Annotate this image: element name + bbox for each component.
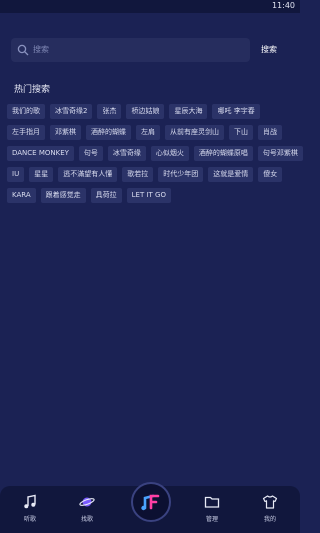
hot-tag[interactable]: 冰雪奇缘2 <box>50 104 93 119</box>
hot-tag[interactable]: 张杰 <box>97 104 122 119</box>
nav-listen[interactable]: 听歌 <box>10 494 50 523</box>
search-row: 搜索 搜索 <box>11 38 300 64</box>
tag-row: KARA 跟着感觉走 具荷拉 LET IT GO <box>7 188 297 203</box>
planet-icon <box>79 497 95 507</box>
tag-row: 我们的歌 冰雪奇缘2 张杰 桥边姑娘 星辰大海 哪吒 李宇春 <box>7 104 297 119</box>
hot-tag[interactable]: DANCE MONKEY <box>7 146 74 161</box>
hot-tag[interactable]: 时代少年团 <box>158 167 204 182</box>
hot-tag[interactable]: 下山 <box>229 125 253 140</box>
hot-tag[interactable]: 歌若拉 <box>122 167 154 182</box>
hot-tag[interactable]: KARA <box>7 188 36 203</box>
nav-label: 我的 <box>263 516 276 523</box>
hot-tag[interactable]: LET IT GO <box>126 188 171 203</box>
hot-tag[interactable]: 星辰大海 <box>169 104 208 119</box>
nav-find[interactable]: 找歌 <box>67 494 107 523</box>
search-icon <box>17 44 29 56</box>
nav-mine[interactable]: 我的 <box>250 494 290 523</box>
hot-tag[interactable]: 左手指月 <box>7 125 45 140</box>
search-input[interactable]: 搜索 <box>11 38 250 62</box>
hot-tag[interactable]: 星星 <box>29 167 54 182</box>
music-note-icon <box>24 494 36 509</box>
hot-tag[interactable]: 邓紫棋 <box>50 125 81 140</box>
hot-tag[interactable]: 桥边姑娘 <box>126 104 165 119</box>
nav-manage[interactable]: 管理 <box>192 494 232 523</box>
hot-tag[interactable]: 心似烟火 <box>150 146 189 161</box>
tag-row: IU 星星 逃不滿望有人懂 歌若拉 时代少年团 这就是爱情 傻女 <box>7 167 297 182</box>
bottom-nav: 听歌 找歌 管理 我的 <box>0 482 300 533</box>
nav-label: 找歌 <box>80 516 93 523</box>
hot-tag[interactable]: 跟着感觉走 <box>40 188 86 203</box>
hot-tag[interactable]: 句号邓紫棋 <box>257 146 303 161</box>
tag-row: DANCE MONKEY 句号 冰雪奇缘 心似烟火 酒醉的蝴蝶原唱 句号邓紫棋 <box>7 146 303 161</box>
hot-tag[interactable]: 这就是爱情 <box>208 167 254 182</box>
hot-tag[interactable]: 傻女 <box>258 167 283 182</box>
nav-center-logo[interactable] <box>131 482 171 522</box>
hot-tag[interactable]: 哪吒 李宇春 <box>212 104 260 119</box>
nav-label: 听歌 <box>23 516 36 523</box>
status-bar: 11:40 <box>0 0 300 13</box>
hot-tag[interactable]: 左肩 <box>136 125 160 140</box>
hot-tag[interactable]: 我们的歌 <box>7 104 45 119</box>
hot-tag[interactable]: 从前有座灵剑山 <box>165 125 224 140</box>
search-button[interactable]: 搜索 <box>261 44 277 55</box>
hot-tag[interactable]: 酒醉的蝴蝶原唱 <box>193 146 253 161</box>
hot-tag[interactable]: 冰雪奇缘 <box>107 146 146 161</box>
app-logo-icon <box>141 494 160 511</box>
status-time: 11:40 <box>271 1 295 10</box>
hot-tag[interactable]: 肖战 <box>258 125 282 140</box>
hot-search-tags: 我们的歌 冰雪奇缘2 张杰 桥边姑娘 星辰大海 哪吒 李宇春 左手指月 邓紫棋 … <box>7 104 303 209</box>
nav-label: 管理 <box>205 516 218 523</box>
hot-tag[interactable]: 逃不滿望有人懂 <box>58 167 118 182</box>
hot-tag[interactable]: 句号 <box>78 146 103 161</box>
hot-search-title: 热门搜索 <box>14 85 51 95</box>
hot-tag[interactable]: 酒醉的蝴蝶 <box>86 125 131 140</box>
hot-tag[interactable]: IU <box>7 167 25 182</box>
hot-tag[interactable]: 具荷拉 <box>90 188 122 203</box>
folder-icon <box>204 496 220 508</box>
tag-row: 左手指月 邓紫棋 酒醉的蝴蝶 左肩 从前有座灵剑山 下山 肖战 <box>7 125 297 140</box>
search-placeholder: 搜索 <box>33 45 49 54</box>
tshirt-icon <box>262 495 278 509</box>
